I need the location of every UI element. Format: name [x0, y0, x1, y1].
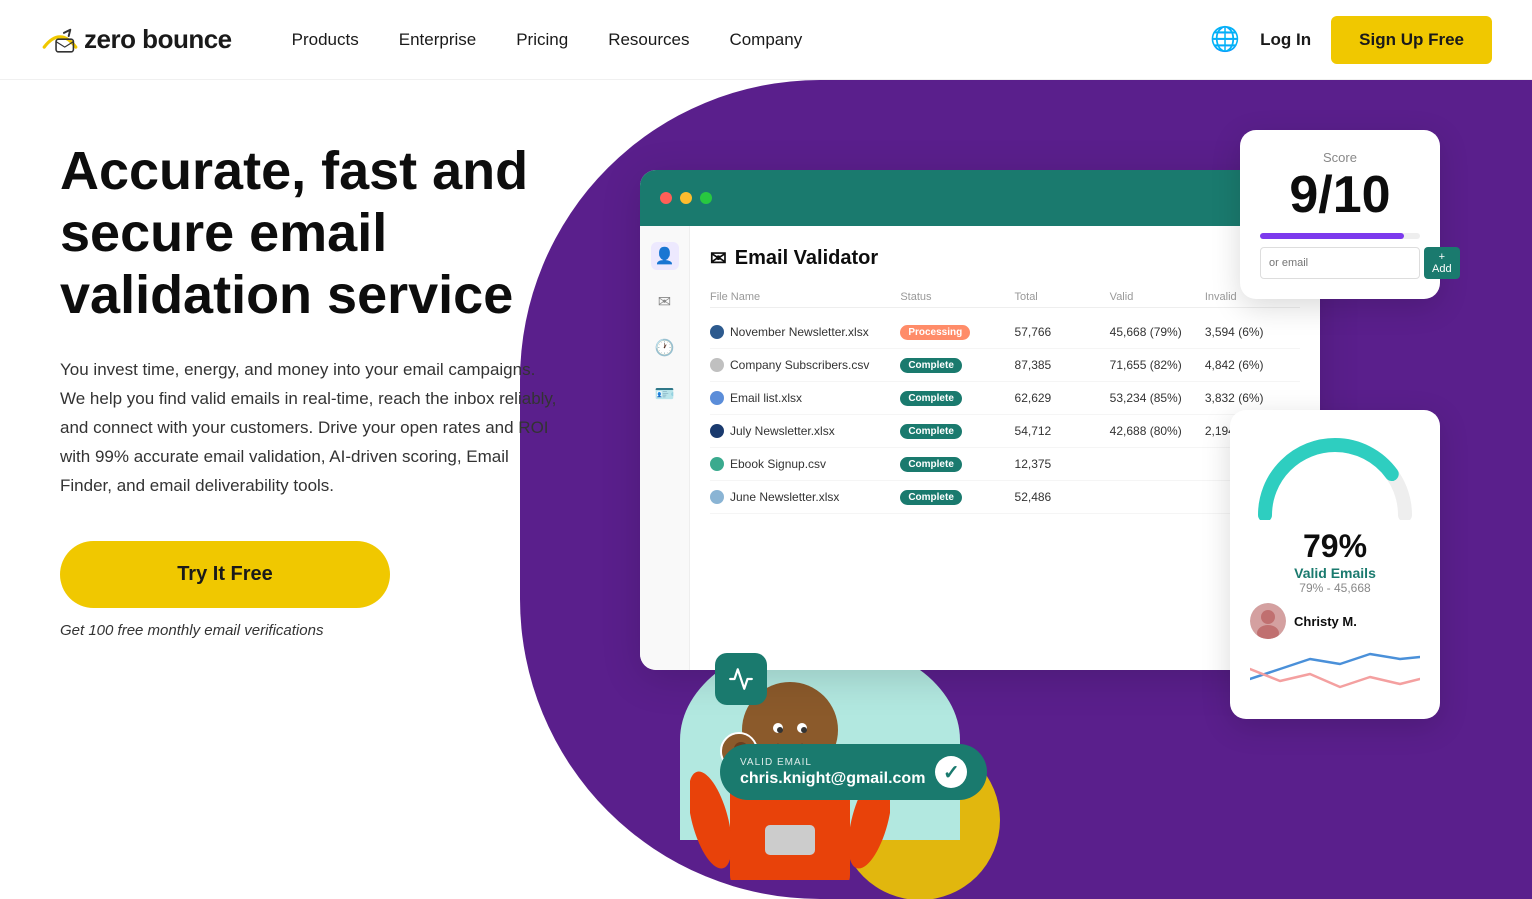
- nav-right: 🌐 Log In Sign Up Free: [1210, 16, 1492, 64]
- try-free-button[interactable]: Try It Free: [60, 541, 390, 608]
- gauge-svg: [1250, 430, 1420, 520]
- christy-name: Christy M.: [1294, 614, 1357, 629]
- hero-title: Accurate, fast and secure email validati…: [60, 140, 580, 326]
- toast-label: VALID EMAIL: [740, 757, 925, 768]
- gauge-percentage: 79%: [1250, 528, 1420, 565]
- score-add-button[interactable]: + Add: [1424, 247, 1460, 279]
- navbar: zero bounce Products Enterprise Pricing …: [0, 0, 1532, 80]
- gauge-subtitle: 79% - 45,668: [1250, 581, 1420, 595]
- window-dot-yellow: [680, 192, 692, 204]
- dashboard-card: 👤 ✉ 🕐 🪪 ✉ Email Validator File Name Stat…: [640, 170, 1320, 670]
- sidebar-icon-mail[interactable]: ✉: [651, 288, 679, 316]
- valid-email-toast: VALID EMAIL chris.knight@gmail.com ✓: [720, 744, 987, 800]
- table-row: July Newsletter.xlsx Complete 54,712 42,…: [710, 415, 1300, 448]
- hero-section: Accurate, fast and secure email validati…: [0, 80, 1532, 899]
- logo[interactable]: zero bounce: [40, 24, 232, 55]
- score-value: 9/10: [1260, 169, 1420, 221]
- table-row: Company Subscribers.csv Complete 87,385 …: [710, 349, 1300, 382]
- dashboard-sidebar: 👤 ✉ 🕐 🪪: [640, 226, 690, 670]
- toast-email: chris.knight@gmail.com: [740, 770, 925, 788]
- table-row: Ebook Signup.csv Complete 12,375: [710, 448, 1300, 481]
- toast-check-icon: ✓: [935, 756, 967, 788]
- free-note: Get 100 free monthly email verifications: [60, 622, 580, 639]
- score-label: Score: [1260, 150, 1420, 165]
- score-card: Score 9/10 + Add: [1240, 130, 1440, 299]
- hero-description: You invest time, energy, and money into …: [60, 356, 560, 500]
- sidebar-icon-card[interactable]: 🪪: [651, 380, 679, 408]
- nav-enterprise[interactable]: Enterprise: [399, 30, 476, 50]
- hero-left: Accurate, fast and secure email validati…: [0, 80, 580, 899]
- christy-avatar: [1250, 603, 1286, 639]
- christy-row: Christy M.: [1250, 603, 1420, 639]
- gauge-card: 79% Valid Emails 79% - 45,668 Christy M.: [1230, 410, 1440, 719]
- table-header: File Name Status Total Valid Invalid: [710, 287, 1300, 308]
- globe-icon[interactable]: 🌐: [1210, 25, 1240, 54]
- dashboard-content: ✉ Email Validator File Name Status Total…: [690, 226, 1320, 670]
- nav-resources[interactable]: Resources: [608, 30, 689, 50]
- nav-links: Products Enterprise Pricing Resources Co…: [292, 30, 1211, 50]
- nav-products[interactable]: Products: [292, 30, 359, 50]
- email-validator-title: ✉ Email Validator: [710, 246, 1300, 271]
- signup-button[interactable]: Sign Up Free: [1331, 16, 1492, 64]
- table-row: November Newsletter.xlsx Processing 57,7…: [710, 316, 1300, 349]
- window-dot-red: [660, 192, 672, 204]
- email-validator-icon: ✉: [710, 246, 727, 271]
- score-email-input[interactable]: [1260, 247, 1420, 279]
- dashboard-header: [640, 170, 1320, 226]
- score-bar-bg: [1260, 233, 1420, 239]
- score-bar-fill: [1260, 233, 1404, 239]
- score-input-row: + Add: [1260, 247, 1420, 279]
- mockup-container: Score 9/10 + Add 👤 ✉ 🕐 🪪: [560, 110, 1460, 899]
- gauge-title: Valid Emails: [1250, 565, 1420, 581]
- logo-text: zero bounce: [84, 24, 232, 55]
- nav-pricing[interactable]: Pricing: [516, 30, 568, 50]
- nav-company[interactable]: Company: [729, 30, 802, 50]
- dashboard-fab-button[interactable]: [715, 653, 767, 705]
- table-row: Email list.xlsx Complete 62,629 53,234 (…: [710, 382, 1300, 415]
- sidebar-icon-users[interactable]: 👤: [651, 242, 679, 270]
- table-row: June Newsletter.xlsx Complete 52,486: [710, 481, 1300, 514]
- window-dot-green: [700, 192, 712, 204]
- line-chart: [1250, 639, 1420, 694]
- login-button[interactable]: Log In: [1260, 30, 1311, 50]
- activity-icon: [728, 666, 754, 692]
- sidebar-icon-clock[interactable]: 🕐: [651, 334, 679, 362]
